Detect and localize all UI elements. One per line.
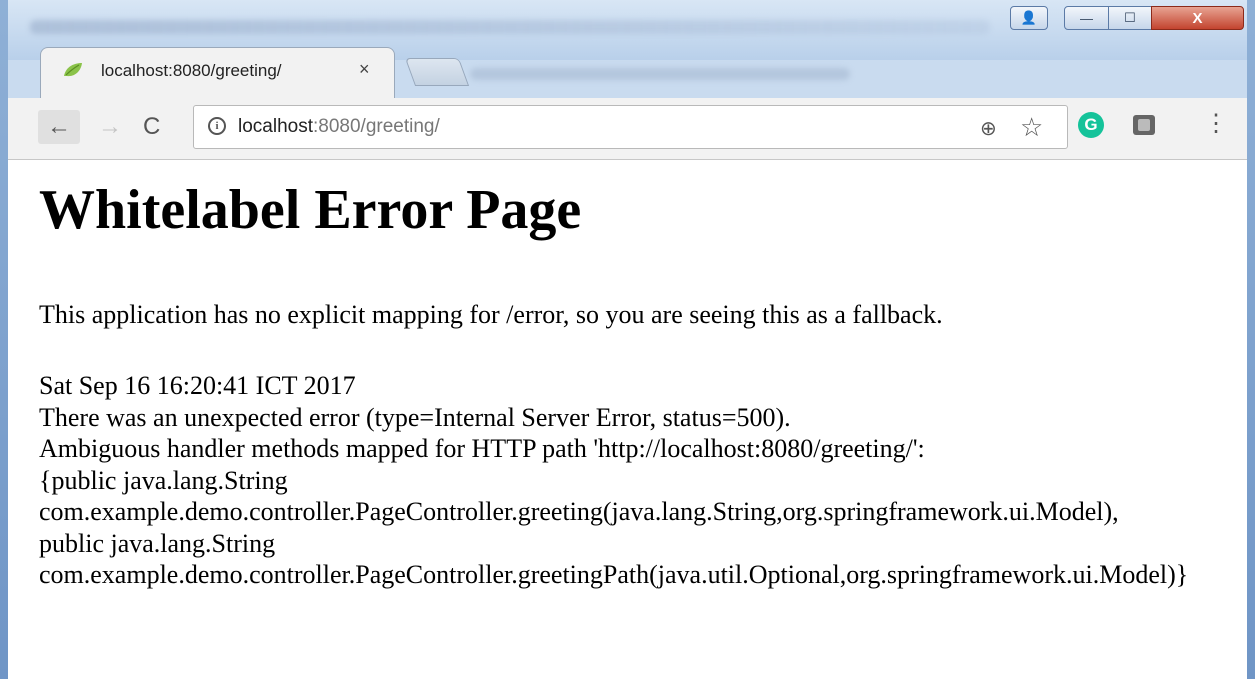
user-icon: 👤	[1020, 10, 1038, 25]
info-icon[interactable]: i	[208, 117, 226, 135]
user-profile-button[interactable]: 👤	[1010, 6, 1048, 30]
blurred-menu	[470, 68, 850, 80]
new-tab-button[interactable]	[404, 58, 470, 86]
error-type: There was an unexpected error (type=Inte…	[39, 402, 791, 432]
page-content: Whitelabel Error Page This application h…	[8, 160, 1247, 679]
error-message: Ambiguous handler methods mapped for HTT…	[39, 434, 925, 463]
url-path: :8080/greeting/	[313, 116, 440, 137]
forward-button[interactable]: →	[98, 113, 122, 141]
browser-toolbar: ← → C i localhost:8080/greeting/ ⊕ ☆ G ⋮	[8, 98, 1247, 160]
zoom-icon[interactable]: ⊕	[980, 116, 997, 141]
error-detail-line: com.example.demo.controller.PageControll…	[39, 560, 1189, 589]
grammarly-extension-icon[interactable]: G	[1078, 112, 1104, 138]
maximize-button[interactable]: ☐	[1108, 6, 1152, 30]
error-details: Sat Sep 16 16:20:41 ICT 2017 There was a…	[39, 370, 1188, 591]
error-detail-line: {public java.lang.String	[39, 465, 288, 495]
reload-icon: C	[143, 113, 161, 140]
error-timestamp: Sat Sep 16 16:20:41 ICT 2017	[39, 371, 356, 400]
address-bar[interactable]: i localhost:8080/greeting/ ⊕ ☆	[193, 105, 1068, 149]
browser-window: 👤 — ☐ X localhost:8080/greeting/ × ← → C…	[0, 0, 1255, 679]
window-frame-right	[1247, 0, 1255, 679]
tab-close-icon[interactable]: ×	[359, 59, 370, 80]
close-icon: X	[1192, 9, 1203, 27]
page-title: Whitelabel Error Page	[39, 179, 582, 241]
reload-button[interactable]: C	[143, 113, 160, 141]
spring-leaf-icon	[64, 63, 82, 77]
active-tab[interactable]: localhost:8080/greeting/ ×	[40, 47, 395, 98]
minimize-icon: —	[1080, 10, 1093, 26]
minimize-button[interactable]: —	[1064, 6, 1109, 30]
error-detail-line: com.example.demo.controller.PageControll…	[39, 497, 1119, 526]
back-button[interactable]: ←	[38, 110, 80, 144]
url-host: localhost	[238, 116, 313, 137]
tab-title: localhost:8080/greeting/	[101, 61, 282, 80]
url-text[interactable]: localhost:8080/greeting/	[238, 116, 440, 138]
error-detail-line: public java.lang.String	[39, 528, 276, 558]
close-window-button[interactable]: X	[1151, 6, 1244, 30]
extension-icon[interactable]	[1133, 115, 1155, 135]
bookmark-star-icon[interactable]: ☆	[1020, 112, 1043, 143]
forward-arrow-icon: →	[98, 113, 122, 140]
window-frame-left	[0, 0, 8, 679]
maximize-icon: ☐	[1124, 10, 1136, 25]
menu-dots-icon[interactable]: ⋮	[1204, 112, 1228, 136]
blurred-title	[30, 20, 990, 34]
fallback-message: This application has no explicit mapping…	[39, 300, 943, 329]
back-arrow-icon: ←	[47, 113, 71, 140]
